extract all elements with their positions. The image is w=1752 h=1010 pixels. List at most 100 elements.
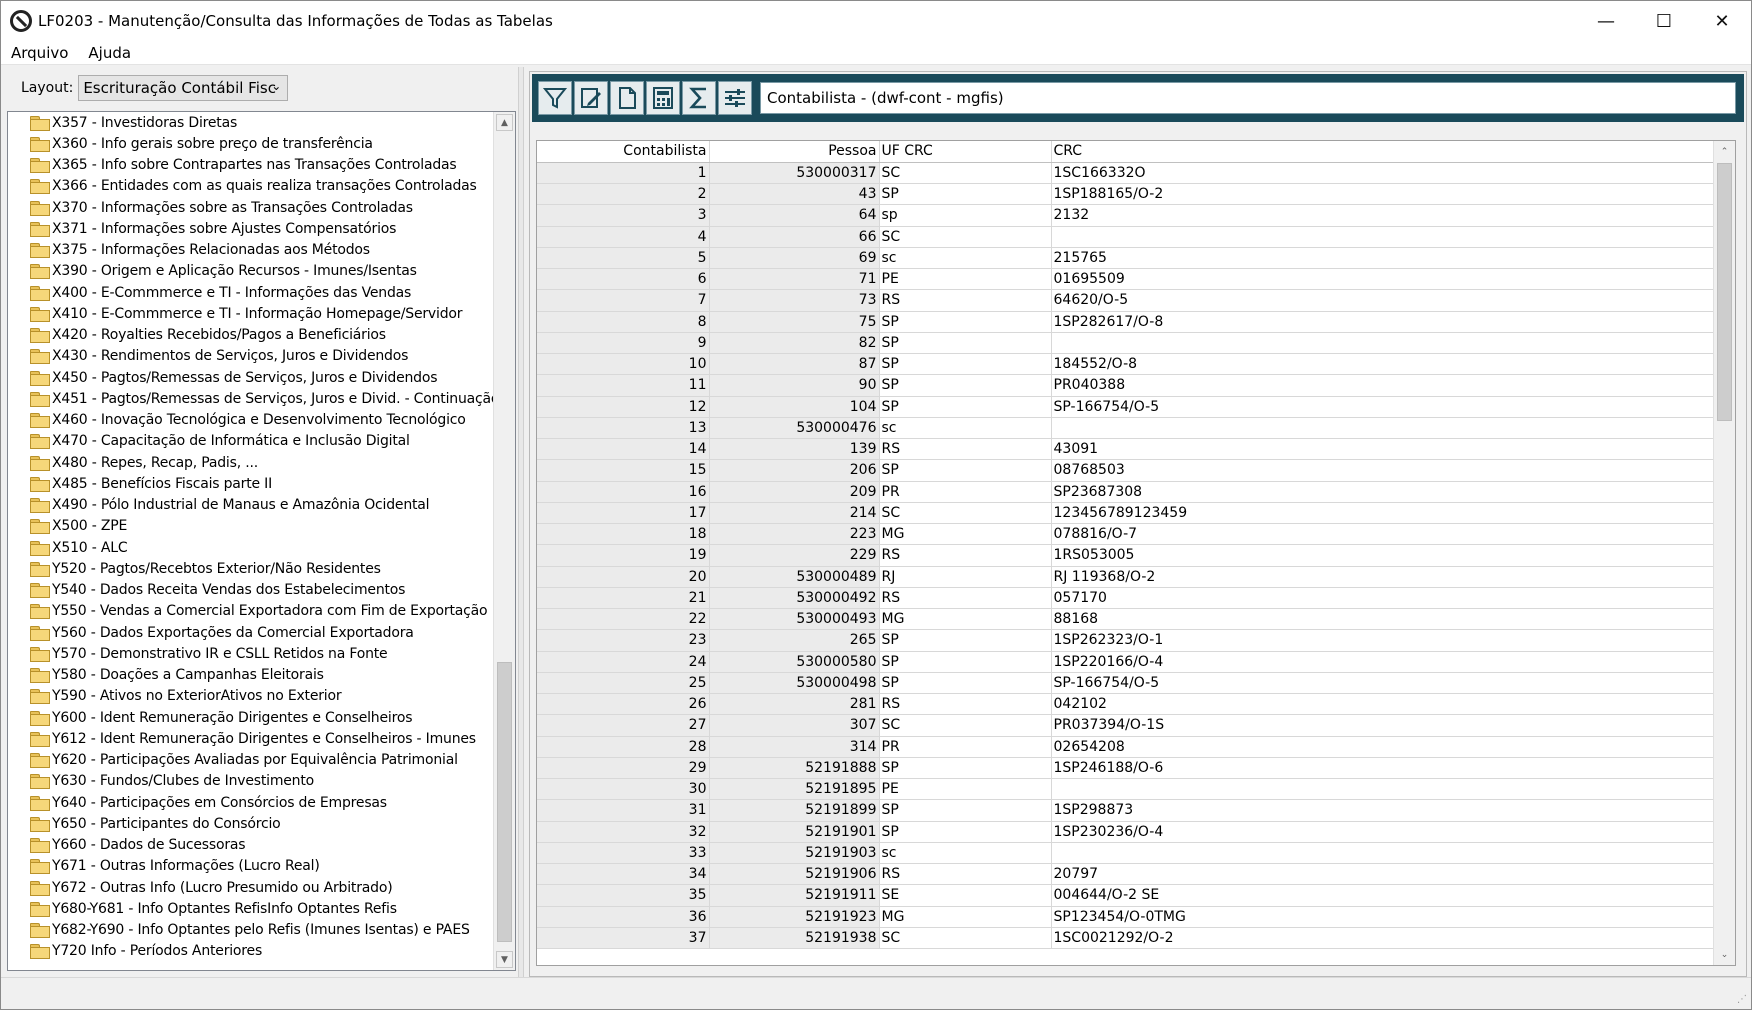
tree-scrollbar[interactable]: ▲ ▼ xyxy=(493,112,515,970)
table-row[interactable]: 14 139 RS 43091 xyxy=(537,438,1714,461)
cell-crc[interactable]: 004644/O-2 SE xyxy=(1051,884,1714,907)
table-row[interactable]: 16 209 PR SP23687308 xyxy=(537,481,1714,503)
table-row[interactable]: 17 214 SC 123456789123459 xyxy=(537,502,1714,525)
cell-pessoa[interactable]: 52191888 xyxy=(709,757,880,780)
tree-item[interactable]: Y680-Y681 - Info Optantes RefisInfo Opta… xyxy=(8,898,492,919)
table-row[interactable]: 37 52191938 SC 1SC0021292/O-2 xyxy=(537,927,1714,950)
tree-item[interactable]: Y660 - Dados de Sucessoras xyxy=(8,835,492,856)
table-row[interactable]: 2 43 SP 1SP188165/O-2 xyxy=(537,183,1714,206)
scroll-thumb[interactable] xyxy=(497,662,512,942)
cell-pessoa[interactable]: 281 xyxy=(709,693,880,716)
resize-grip-icon[interactable]: ⋰ xyxy=(1737,994,1747,1005)
tree-item[interactable]: X451 - Pagtos/Remessas de Serviços, Juro… xyxy=(8,388,499,409)
table-row[interactable]: 5 69 sc 215765 xyxy=(537,247,1714,270)
tree-item[interactable]: Y612 - Ident Remuneração Dirigentes e Co… xyxy=(8,728,492,749)
cell-contabilista[interactable]: 23 xyxy=(537,629,710,652)
cell-crc[interactable]: 1RS053005 xyxy=(1051,544,1714,567)
cell-uf-crc[interactable]: PR xyxy=(879,736,1052,758)
cell-pessoa[interactable]: 69 xyxy=(709,247,880,270)
cell-uf-crc[interactable]: PR xyxy=(879,481,1052,503)
cell-pessoa[interactable]: 52191938 xyxy=(709,927,880,950)
tree-item[interactable]: X450 - Pagtos/Remessas de Serviços, Juro… xyxy=(8,367,492,388)
cell-pessoa[interactable]: 530000489 xyxy=(709,566,880,588)
cell-uf-crc[interactable]: MG xyxy=(879,906,1052,928)
cell-pessoa[interactable]: 43 xyxy=(709,183,880,206)
cell-crc[interactable]: 02654208 xyxy=(1051,736,1714,758)
cell-uf-crc[interactable]: SC xyxy=(879,162,1052,185)
table-row[interactable]: 30 52191895 PE xyxy=(537,778,1714,801)
cell-contabilista[interactable]: 26 xyxy=(537,693,710,716)
table-row[interactable]: 18 223 MG 078816/O-7 xyxy=(537,523,1714,546)
tree-item[interactable]: Y630 - Fundos/Clubes de Investimento xyxy=(8,771,492,792)
cell-contabilista[interactable]: 28 xyxy=(537,736,710,758)
cell-crc[interactable]: 184552/O-8 xyxy=(1051,353,1714,376)
cell-crc[interactable]: RJ 119368/O-2 xyxy=(1051,566,1714,588)
cell-uf-crc[interactable]: SP xyxy=(879,332,1052,355)
cell-crc[interactable]: 215765 xyxy=(1051,247,1714,270)
cell-uf-crc[interactable]: SP xyxy=(879,757,1052,780)
cell-crc[interactable]: 2132 xyxy=(1051,204,1714,227)
tree-item[interactable]: Y682-Y690 - Info Optantes pelo Refis (Im… xyxy=(8,920,492,941)
pane-splitter[interactable] xyxy=(518,67,524,977)
table-tree[interactable]: X357 - Investidoras Diretas X360 - Info g… xyxy=(7,111,516,971)
cell-crc[interactable]: 123456789123459 xyxy=(1051,502,1714,525)
cell-pessoa[interactable]: 66 xyxy=(709,226,880,248)
cell-contabilista[interactable]: 13 xyxy=(537,417,710,440)
cell-crc[interactable]: 1SP282617/O-8 xyxy=(1051,311,1714,333)
cell-contabilista[interactable]: 22 xyxy=(537,608,710,631)
tree-item[interactable]: Y672 - Outras Info (Lucro Presumido ou A… xyxy=(8,877,492,898)
table-row[interactable]: 19 229 RS 1RS053005 xyxy=(537,544,1714,567)
cell-pessoa[interactable]: 52191923 xyxy=(709,906,880,928)
cell-uf-crc[interactable]: PE xyxy=(879,268,1052,291)
tree-item[interactable]: Y590 - Ativos no ExteriorAtivos no Exter… xyxy=(8,686,492,707)
table-row[interactable]: 1 530000317 SC 1SC166332O xyxy=(537,162,1714,185)
cell-crc[interactable]: SP123454/O-0TMG xyxy=(1051,906,1714,928)
cell-pessoa[interactable]: 530000580 xyxy=(709,651,880,673)
table-row[interactable]: 20 530000489 RJ RJ 119368/O-2 xyxy=(537,566,1714,588)
table-row[interactable]: 25 530000498 SP SP-166754/O-5 xyxy=(537,672,1714,695)
table-row[interactable]: 21 530000492 RS 057170 xyxy=(537,587,1714,610)
tree-item[interactable]: Y550 - Vendas a Comercial Exportadora co… xyxy=(8,601,492,622)
cell-contabilista[interactable]: 24 xyxy=(537,651,710,673)
cell-crc[interactable]: 078816/O-7 xyxy=(1051,523,1714,546)
tree-item[interactable]: X460 - Inovação Tecnológica e Desenvolvi… xyxy=(8,410,492,431)
tree-item[interactable]: Y520 - Pagtos/Recebtos Exterior/Não Resi… xyxy=(8,558,492,579)
menu-arquivo[interactable]: Arquivo xyxy=(1,44,78,62)
cell-uf-crc[interactable]: RS xyxy=(879,863,1052,886)
cell-contabilista[interactable]: 14 xyxy=(537,438,710,461)
table-row[interactable]: 6 71 PE 01695509 xyxy=(537,268,1714,291)
table-row[interactable]: 26 281 RS 042102 xyxy=(537,693,1714,716)
cell-pessoa[interactable]: 52191911 xyxy=(709,884,880,907)
cell-crc[interactable] xyxy=(1051,417,1714,440)
cell-pessoa[interactable]: 104 xyxy=(709,396,880,418)
cell-uf-crc[interactable]: PE xyxy=(879,778,1052,801)
cell-crc[interactable]: 64620/O-5 xyxy=(1051,289,1714,312)
tree-item[interactable]: X420 - Royalties Recebidos/Pagos a Benef… xyxy=(8,325,492,346)
cell-contabilista[interactable]: 6 xyxy=(537,268,710,291)
cell-contabilista[interactable]: 30 xyxy=(537,778,710,801)
cell-uf-crc[interactable]: SP xyxy=(879,183,1052,206)
tree-item[interactable]: X480 - Repes, Recap, Padis, ... xyxy=(8,452,492,473)
cell-contabilista[interactable]: 29 xyxy=(537,757,710,780)
table-row[interactable]: 33 52191903 sc xyxy=(537,842,1714,865)
cell-contabilista[interactable]: 12 xyxy=(537,396,710,418)
cell-pessoa[interactable]: 52191903 xyxy=(709,842,880,865)
tree-item[interactable]: Y720 Info - Períodos Anteriores xyxy=(8,941,492,962)
maximize-button[interactable]: ☐ xyxy=(1635,1,1693,41)
cell-pessoa[interactable]: 90 xyxy=(709,374,880,397)
cell-crc[interactable]: 88168 xyxy=(1051,608,1714,631)
cell-uf-crc[interactable]: SP xyxy=(879,821,1052,843)
scroll-down-icon[interactable]: ⌄ xyxy=(1716,946,1733,963)
cell-contabilista[interactable]: 37 xyxy=(537,927,710,950)
cell-uf-crc[interactable]: SC xyxy=(879,927,1052,950)
cell-uf-crc[interactable]: RJ xyxy=(879,566,1052,588)
tree-item[interactable]: Y580 - Doações a Campanhas Eleitorais xyxy=(8,665,492,686)
cell-contabilista[interactable]: 5 xyxy=(537,247,710,270)
sigma-icon[interactable] xyxy=(682,81,716,115)
cell-crc[interactable] xyxy=(1051,778,1714,801)
cell-uf-crc[interactable]: SC xyxy=(879,226,1052,248)
cell-contabilista[interactable]: 9 xyxy=(537,332,710,355)
table-row[interactable]: 4 66 SC xyxy=(537,226,1714,248)
cell-contabilista[interactable]: 31 xyxy=(537,799,710,822)
cell-uf-crc[interactable]: SP xyxy=(879,353,1052,376)
